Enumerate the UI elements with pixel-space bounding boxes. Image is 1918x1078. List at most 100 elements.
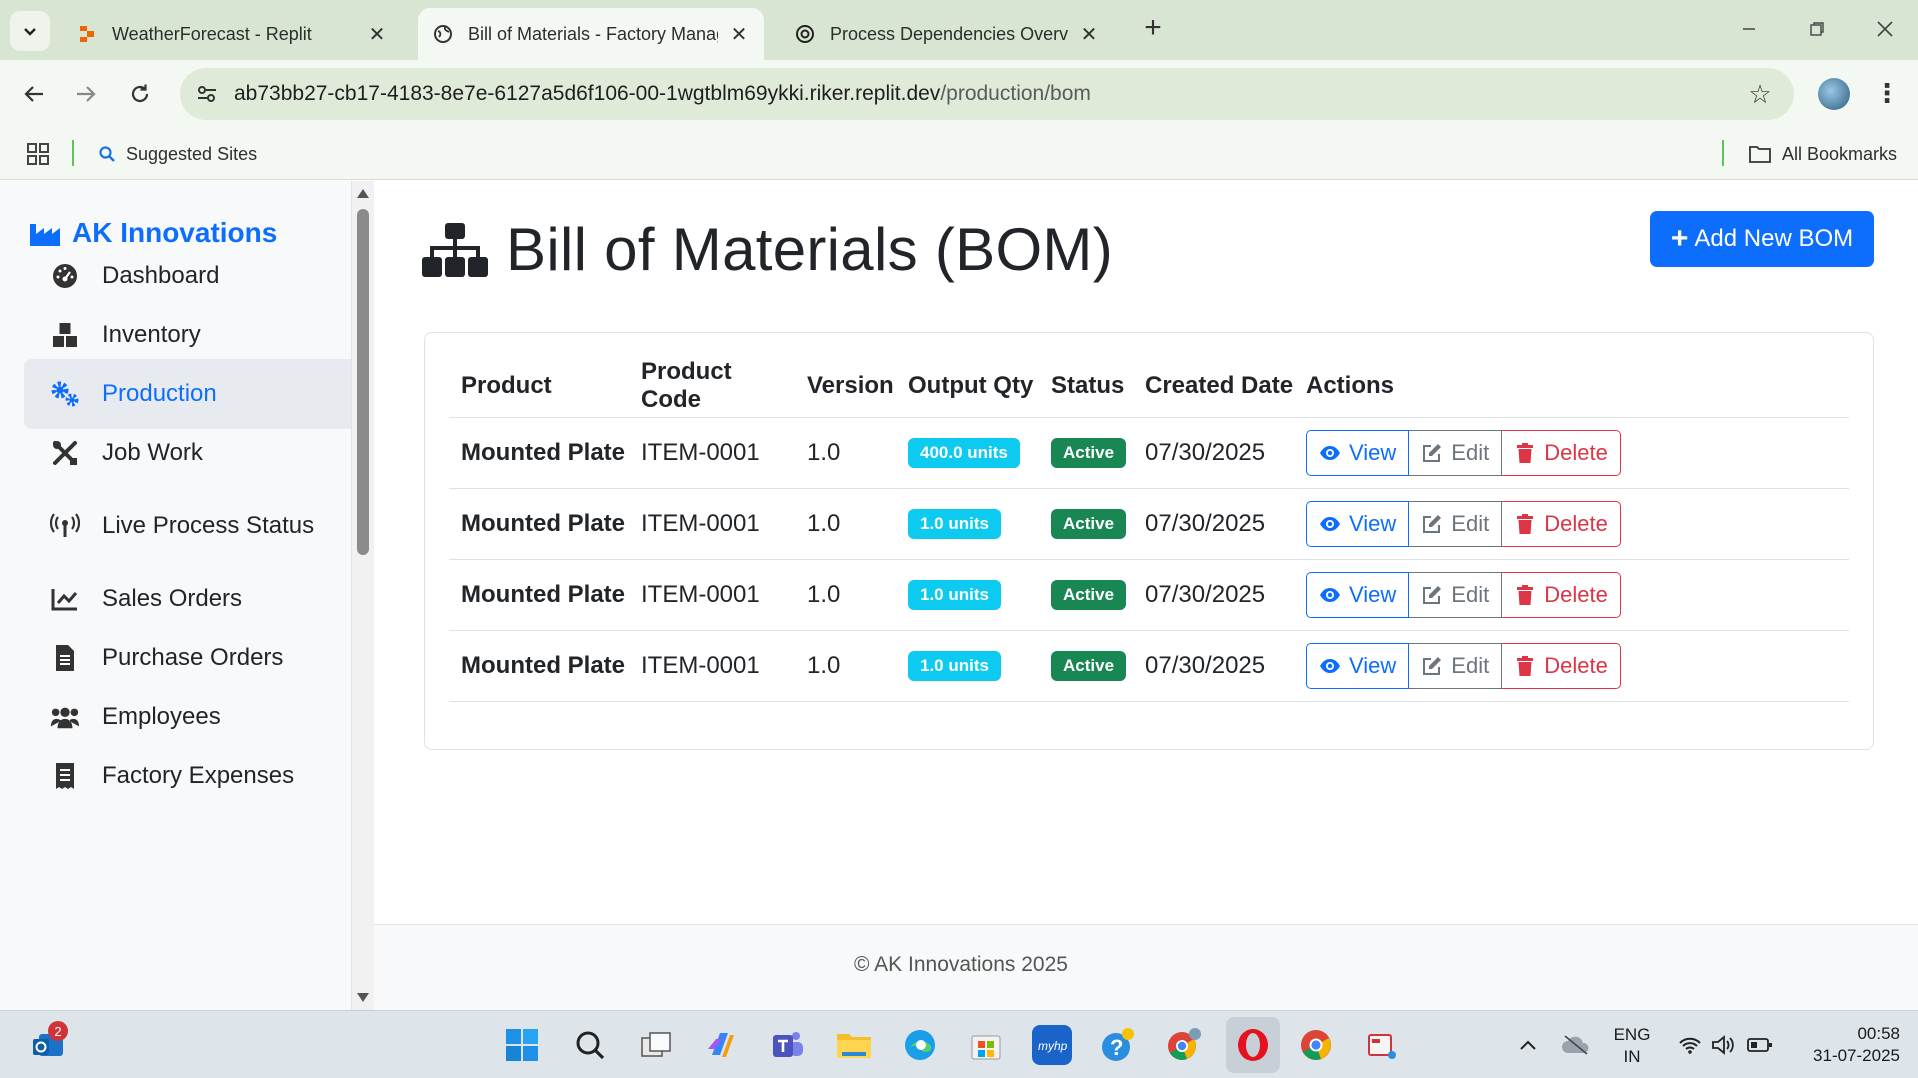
plus-icon: + bbox=[1670, 222, 1689, 255]
column-header-version[interactable]: Version bbox=[795, 355, 896, 418]
add-new-bom-button[interactable]: + Add New BOM bbox=[1650, 211, 1874, 267]
view-button[interactable]: View bbox=[1306, 571, 1410, 618]
edit-button[interactable]: Edit bbox=[1409, 500, 1503, 547]
close-window-icon[interactable] bbox=[1870, 14, 1900, 44]
status-cell: Active bbox=[1039, 630, 1133, 702]
battery-icon[interactable] bbox=[1740, 1025, 1780, 1065]
view-label: View bbox=[1349, 439, 1397, 465]
teams-icon[interactable] bbox=[768, 1025, 808, 1065]
clock-date: 31-07-2025 bbox=[1813, 1046, 1900, 1065]
tab-title: Process Dependencies Overview bbox=[830, 23, 1068, 44]
search-icon[interactable] bbox=[570, 1025, 610, 1065]
reload-button[interactable] bbox=[122, 76, 158, 112]
task-view-icon[interactable] bbox=[636, 1025, 676, 1065]
all-bookmarks-button[interactable]: All Bookmarks bbox=[1748, 140, 1897, 168]
close-tab-icon[interactable]: ✕ bbox=[366, 23, 388, 46]
chrome-icon[interactable] bbox=[1296, 1025, 1336, 1065]
delete-button[interactable]: Delete bbox=[1502, 571, 1621, 618]
language-indicator[interactable]: ENG IN bbox=[1604, 1024, 1660, 1068]
suggested-sites-bookmark[interactable]: Suggested Sites bbox=[98, 140, 257, 168]
snipping-tool-icon[interactable] bbox=[1362, 1025, 1402, 1065]
copilot-icon[interactable] bbox=[702, 1025, 742, 1065]
edit-button[interactable]: Edit bbox=[1409, 642, 1503, 689]
sidebar-item-label: Inventory bbox=[102, 321, 201, 348]
page-header: Bill of Materials (BOM) bbox=[422, 215, 1113, 284]
clock[interactable]: 00:58 31-07-2025 bbox=[1790, 1023, 1900, 1067]
sidebar-item-factory-expenses[interactable]: Factory Expenses bbox=[24, 741, 351, 811]
language-code: ENG bbox=[1613, 1025, 1651, 1044]
back-button[interactable] bbox=[16, 76, 52, 112]
bookmark-star-icon[interactable]: ☆ bbox=[1746, 79, 1774, 109]
scroll-up-icon[interactable] bbox=[357, 189, 369, 198]
volume-icon[interactable] bbox=[1704, 1025, 1744, 1065]
onedrive-icon[interactable] bbox=[1556, 1025, 1596, 1065]
edit-button[interactable]: Edit bbox=[1409, 571, 1503, 618]
browser-tab-process-dependencies[interactable]: Process Dependencies Overview ✕ bbox=[780, 8, 1114, 60]
show-hidden-icons-icon[interactable] bbox=[1508, 1025, 1548, 1065]
sidebar-item-label: Live Process Status bbox=[102, 512, 315, 539]
delete-button[interactable]: Delete bbox=[1502, 500, 1621, 547]
edit-button[interactable]: Edit bbox=[1409, 429, 1503, 476]
column-header-product-code[interactable]: Product Code bbox=[629, 355, 795, 418]
sidebar-item-label: Job Work bbox=[102, 439, 203, 466]
chrome-profile-icon[interactable] bbox=[1164, 1025, 1204, 1065]
delete-label: Delete bbox=[1544, 439, 1608, 465]
sidebar-item-live-process-status[interactable]: Live Process Status bbox=[24, 491, 351, 561]
browser-tab-bom[interactable]: Bill of Materials - Factory Manag ✕ bbox=[418, 8, 764, 60]
address-bar[interactable]: ab73bb27-cb17-4183-8e7e-6127a5d6f106-00-… bbox=[180, 68, 1794, 120]
bom-table: Product Product Code Version Output Qty … bbox=[449, 355, 1849, 702]
apps-grid-icon[interactable] bbox=[26, 142, 50, 166]
file-explorer-icon[interactable] bbox=[834, 1025, 874, 1065]
view-button[interactable]: View bbox=[1306, 642, 1410, 689]
footer-copyright: © AK Innovations 2025 bbox=[854, 953, 1068, 976]
view-button[interactable]: View bbox=[1306, 500, 1410, 547]
product-code-cell: ITEM-0001 bbox=[629, 630, 795, 702]
view-button[interactable]: View bbox=[1306, 429, 1410, 476]
bookmarks-divider bbox=[1722, 140, 1724, 166]
edit-icon bbox=[1421, 655, 1443, 677]
row-actions: View Edit Delete bbox=[1306, 571, 1621, 618]
help-icon[interactable]: ? bbox=[1098, 1025, 1138, 1065]
globe-icon bbox=[432, 23, 454, 45]
microsoft-store-icon[interactable] bbox=[966, 1025, 1006, 1065]
clock-time: 00:58 bbox=[1857, 1024, 1900, 1043]
file-invoice-icon bbox=[50, 643, 80, 673]
output-qty-badge: 1.0 units bbox=[908, 651, 1001, 681]
restore-icon[interactable] bbox=[1802, 14, 1832, 44]
url-host: ab73bb27-cb17-4183-8e7e-6127a5d6f106-00-… bbox=[234, 82, 941, 105]
new-tab-button[interactable]: + bbox=[1138, 13, 1168, 44]
status-badge: Active bbox=[1051, 509, 1127, 539]
version-cell: 1.0 bbox=[795, 488, 896, 560]
actions-cell: View Edit Delete bbox=[1294, 417, 1849, 489]
sidebar-item-job-work[interactable]: Job Work bbox=[24, 418, 351, 488]
column-header-created-date[interactable]: Created Date bbox=[1133, 355, 1294, 418]
forward-button[interactable] bbox=[68, 76, 104, 112]
close-tab-icon[interactable]: ✕ bbox=[728, 23, 750, 46]
edit-label: Edit bbox=[1451, 510, 1490, 536]
close-tab-icon[interactable]: ✕ bbox=[1078, 23, 1100, 46]
edit-label: Edit bbox=[1451, 581, 1490, 607]
column-header-status[interactable]: Status bbox=[1039, 355, 1133, 418]
eye-icon bbox=[1319, 584, 1341, 606]
edge-icon[interactable] bbox=[900, 1025, 940, 1065]
delete-button[interactable]: Delete bbox=[1502, 642, 1621, 689]
opera-icon[interactable] bbox=[1226, 1017, 1280, 1073]
windows-start-icon[interactable] bbox=[502, 1025, 542, 1065]
myhp-icon[interactable]: myhp bbox=[1032, 1025, 1072, 1065]
delete-button[interactable]: Delete bbox=[1502, 429, 1621, 476]
status-cell: Active bbox=[1039, 559, 1133, 631]
created-date-cell: 07/30/2025 bbox=[1133, 488, 1294, 560]
tab-search-button[interactable] bbox=[10, 11, 50, 51]
output-qty-badge: 1.0 units bbox=[908, 509, 1001, 539]
scrollbar-thumb[interactable] bbox=[357, 209, 369, 555]
site-settings-icon[interactable] bbox=[194, 81, 220, 107]
browser-menu-icon[interactable]: ⋮ bbox=[1874, 78, 1900, 110]
column-header-output-qty[interactable]: Output Qty bbox=[896, 355, 1039, 418]
column-header-product[interactable]: Product bbox=[449, 355, 629, 418]
scroll-down-icon[interactable] bbox=[357, 993, 369, 1002]
browser-tab-weatherforecast[interactable]: WeatherForecast - Replit ✕ bbox=[62, 8, 402, 60]
sidebar-scrollbar[interactable] bbox=[352, 181, 374, 1010]
page-title: Bill of Materials (BOM) bbox=[506, 216, 1113, 283]
profile-avatar[interactable] bbox=[1818, 78, 1850, 110]
minimize-icon[interactable] bbox=[1734, 14, 1764, 44]
